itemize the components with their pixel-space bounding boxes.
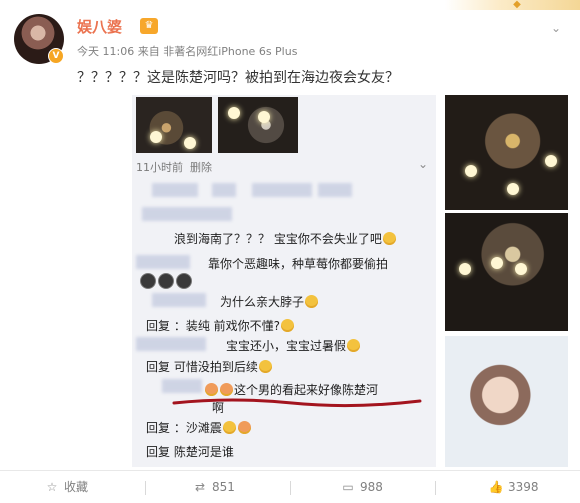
action-bar: ☆ 收藏 ⇄ 851 ▭ 988 👍 3398	[0, 470, 580, 503]
chat-line: 回复 陈楚河是谁	[146, 445, 234, 459]
blurred-name	[252, 183, 312, 197]
chat-thumbnail	[136, 97, 212, 153]
chat-line: 啊	[212, 401, 225, 415]
smile-emoji-icon	[281, 319, 294, 332]
smile-emoji-icon	[347, 339, 361, 352]
post-image-chat-screenshot[interactable]: 11小时前 删除 ⌄ 浪到海南了？？？ 宝宝你不会失业了吧 靠你个恶趣味，种草莓…	[132, 95, 436, 467]
favorite-button[interactable]: ☆ 收藏	[44, 471, 88, 503]
post-image-beach-night-2[interactable]	[445, 213, 568, 331]
like-button[interactable]: 👍 3398	[488, 471, 539, 503]
smile-emoji-icon	[258, 360, 272, 373]
star-icon: ☆	[46, 480, 58, 494]
blurred-name	[136, 337, 206, 351]
thumbs-up-icon: 👍	[488, 480, 504, 494]
divider	[145, 481, 146, 495]
post-image-beach-night-1[interactable]	[445, 95, 568, 210]
chat-line: 回复 ：沙滩震	[146, 419, 252, 436]
chevron-down-icon: ⌄	[418, 157, 429, 171]
repost-icon: ⇄	[194, 480, 206, 494]
repost-button[interactable]: ⇄ 851	[192, 471, 235, 503]
blurred-name	[136, 255, 190, 269]
dog-emoji-icon	[176, 273, 192, 289]
comment-button[interactable]: ▭ 988	[340, 471, 383, 503]
chat-delete: 删除	[190, 161, 212, 174]
chat-line: 宝宝还小，宝宝过暑假	[226, 337, 361, 354]
chat-line: 靠你个恶趣味，种草莓你都要偷拍	[208, 257, 389, 271]
red-underline	[172, 398, 422, 408]
chat-line: 浪到海南了？？？ 宝宝你不会失业了吧	[174, 230, 397, 247]
blurred-name	[152, 293, 206, 307]
blurred-name	[318, 183, 352, 197]
chat-line: 为什么亲大脖子	[220, 293, 319, 310]
sad-emoji-icon	[305, 295, 319, 308]
chevron-down-icon[interactable]: ⌄	[548, 20, 564, 36]
chat-time: 11小时前	[136, 161, 183, 174]
smile-emoji-icon	[382, 232, 396, 245]
blurred-name	[142, 207, 232, 221]
dog-emoji-icon	[158, 273, 174, 289]
chat-line: 回复 ：装纯 前戏你不懂?	[146, 317, 295, 334]
post-meta: 今天 11:06 来自 非著名网红iPhone 6s Plus	[77, 45, 298, 58]
chat-line: 回复 可惜没拍到后续	[146, 358, 273, 375]
vip-badge-icon: V	[48, 48, 64, 64]
comment-icon: ▭	[342, 480, 354, 494]
chat-thumbnail	[218, 97, 298, 153]
sad-emoji-icon	[222, 421, 236, 434]
blurred-name	[162, 379, 202, 393]
divider	[435, 481, 436, 495]
post-text: ？？？？？这是陈楚河吗？被拍到在海边夜会女友？	[77, 70, 399, 86]
divider	[290, 481, 291, 495]
decor-icon: ◆	[513, 0, 521, 10]
username[interactable]: 娱八婆	[77, 16, 122, 37]
dog-emoji-icon	[140, 273, 156, 289]
blurred-name	[152, 183, 198, 197]
member-icon[interactable]: ♛	[140, 18, 158, 34]
blurred-name	[212, 183, 236, 197]
post-image-portrait[interactable]	[445, 336, 568, 467]
angry-emoji-icon	[237, 421, 251, 434]
